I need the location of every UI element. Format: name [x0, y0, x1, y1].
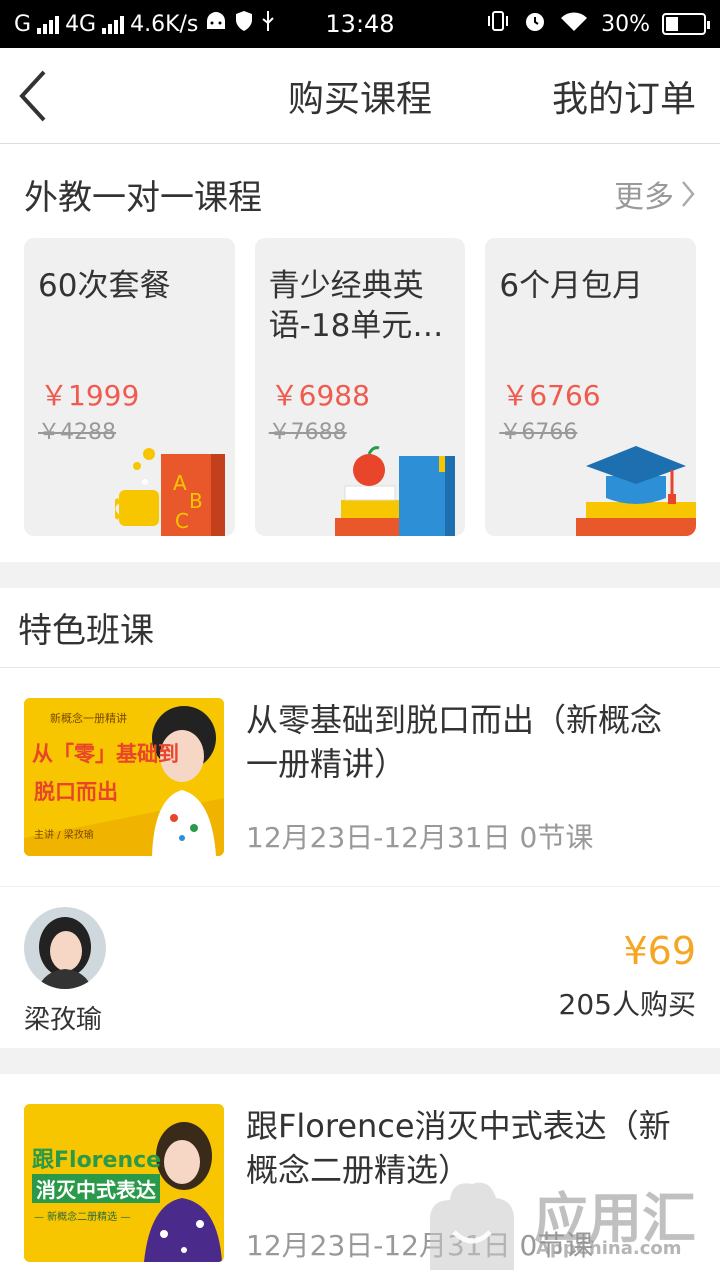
carrier-label: G: [14, 11, 32, 37]
nav-bar: 购买课程 我的订单: [0, 48, 720, 144]
avatar[interactable]: [24, 907, 106, 989]
card-price: ￥1999: [40, 379, 140, 412]
card-title: 60次套餐: [38, 268, 171, 304]
course-card[interactable]: 青少经典英语-18单元+… ￥6988 ￥7688: [254, 238, 466, 536]
thumb-main-text: 跟Florence: [32, 1148, 162, 1173]
card-price: ￥6766: [501, 379, 601, 412]
thumb-main-text-2: 脱口而出: [34, 780, 118, 804]
more-label: 更多: [614, 180, 674, 215]
android-icon: [204, 11, 228, 37]
alarm-icon: [523, 9, 547, 39]
svg-text:C: C: [175, 509, 189, 533]
signal-icon-2: [102, 14, 125, 34]
featured-header: 特色班课: [0, 588, 720, 668]
teacher-name: 梁孜瑜: [24, 1005, 103, 1035]
course-card[interactable]: 60次套餐 ￥1999 ￥4288 A B C: [24, 238, 235, 536]
card-title: 6个月包月: [499, 268, 644, 304]
status-left: G 4G 4.6K/s: [14, 10, 276, 38]
course-price: ¥69: [623, 929, 696, 973]
section-header-one-on-one: 外教一对一课程 更多: [0, 150, 720, 238]
shield-icon: [234, 10, 254, 38]
section-title: 特色班课: [18, 611, 154, 651]
graduation-cap-illustration: [576, 446, 697, 536]
my-orders-button[interactable]: 我的订单: [552, 70, 696, 122]
net-speed: 4.6K/s: [130, 11, 199, 37]
teacher-row: 梁孜瑜 ¥69 205人购买: [0, 886, 720, 1048]
course-title: 从零基础到脱口而出（新概念一册精讲）: [246, 701, 663, 783]
section-title: 外教一对一课程: [24, 177, 262, 218]
avatar-image: [24, 907, 106, 989]
card-old-price: ￥6766: [499, 420, 578, 445]
status-bar: G 4G 4.6K/s 13:48 30%: [0, 0, 720, 48]
signal-icon: [37, 14, 60, 34]
more-link[interactable]: 更多: [614, 172, 696, 216]
card-old-price: ￥4288: [38, 420, 116, 445]
course-thumbnail[interactable]: 新概念一册精讲 从「零」基础到 脱口而出 主讲 / 梁孜瑜: [24, 698, 224, 856]
course-schedule: 12月23日-12月31日 0节课: [246, 1229, 594, 1262]
svg-text:A: A: [173, 471, 187, 495]
svg-text:B: B: [189, 489, 203, 513]
battery-percent: 30%: [601, 11, 650, 37]
books-apple-illustration: [335, 446, 456, 536]
card-price: ￥6988: [270, 379, 370, 412]
course-title: 跟Florence消灭中式表达（新概念二册精选）: [246, 1107, 671, 1189]
thumb-sub-text: 主讲 / 梁孜瑜: [34, 830, 94, 841]
section-divider: [0, 562, 720, 588]
course-schedule: 12月23日-12月31日 0节课: [246, 821, 594, 854]
featured-course-item[interactable]: 新概念一册精讲 从「零」基础到 脱口而出 主讲 / 梁孜瑜 从零基础到脱口而出（…: [0, 668, 720, 1048]
course-card[interactable]: 6个月包月 ￥6766 ￥6766: [485, 238, 697, 536]
battery-icon: [662, 13, 710, 35]
usb-icon: [260, 10, 276, 38]
chevron-left-icon: [19, 70, 46, 122]
network-label: 4G: [65, 11, 97, 37]
back-button[interactable]: [14, 68, 54, 124]
abc-book-illustration: A B C: [114, 448, 225, 536]
thumb-sub-text: — 新概念二册精选 —: [34, 1212, 131, 1223]
thumb-main-text-2: 消灭中式表达: [32, 1174, 160, 1203]
thumb-top-text: 新概念一册精讲: [50, 712, 127, 725]
featured-course-item[interactable]: 跟Florence 消灭中式表达 — 新概念二册精选 — 跟Florence消灭…: [0, 1074, 720, 1280]
course-cards: 60次套餐 ￥1999 ￥4288 A B C 青少经典英语-18单元+… ￥6…: [24, 238, 697, 536]
section-divider: [0, 1048, 720, 1074]
wifi-icon: [559, 10, 589, 38]
chevron-right-icon: [682, 181, 695, 207]
vibrate-icon: [485, 10, 511, 38]
card-title: 青少经典英语-18单元+…: [268, 268, 424, 344]
course-thumbnail[interactable]: 跟Florence 消灭中式表达 — 新概念二册精选 —: [24, 1104, 224, 1262]
buyer-count: 205人购买: [558, 988, 696, 1021]
thumb-main-text: 从「零」基础到: [32, 742, 179, 766]
status-right: 30%: [485, 9, 710, 39]
